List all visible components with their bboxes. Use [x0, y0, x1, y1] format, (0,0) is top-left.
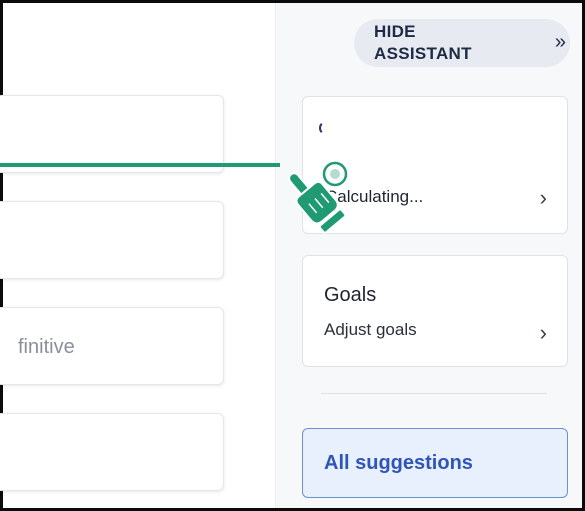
all-suggestions-label: All suggestions	[324, 452, 473, 474]
assistant-panel: HIDE ASSISTANT » Calculating... › Goals …	[275, 3, 582, 508]
double-chevron-right-icon: »	[554, 31, 566, 53]
tutorial-guide-line	[0, 163, 280, 167]
suggestion-card-text: finitive	[18, 336, 75, 358]
suggestion-card[interactable]	[0, 201, 224, 279]
hide-assistant-label: HIDE ASSISTANT	[374, 22, 472, 63]
hide-assistant-button[interactable]: HIDE ASSISTANT »	[354, 19, 570, 67]
editor-pane: finitive	[0, 3, 275, 508]
suggestion-card[interactable]	[0, 95, 224, 173]
suggestion-card[interactable]	[0, 413, 224, 491]
goals-card[interactable]: Goals Adjust goals ›	[302, 255, 568, 367]
all-suggestions-button[interactable]: All suggestions	[302, 428, 568, 498]
divider	[321, 393, 547, 394]
spinner-icon	[319, 121, 333, 135]
chevron-right-icon: ›	[539, 185, 547, 210]
goals-title: Goals	[324, 284, 377, 306]
suggestion-card[interactable]: finitive	[0, 307, 224, 385]
pointing-hand-icon	[288, 161, 348, 234]
adjust-goals-link: Adjust goals	[324, 320, 417, 339]
chevron-right-icon: ›	[539, 320, 547, 345]
